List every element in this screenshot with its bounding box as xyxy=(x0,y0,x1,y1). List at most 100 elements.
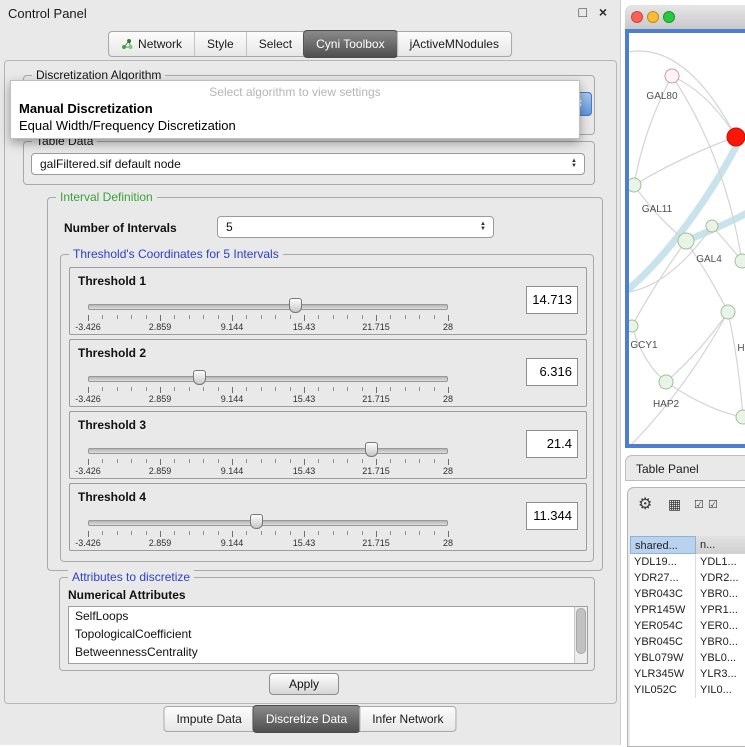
network-node[interactable] xyxy=(629,320,638,332)
scrollbar-thumb[interactable] xyxy=(576,608,586,654)
zoom-traffic-light[interactable] xyxy=(663,11,675,23)
column-header-name[interactable]: n... xyxy=(696,536,745,554)
network-node[interactable] xyxy=(735,254,745,268)
tick-mark xyxy=(261,459,262,463)
network-edge[interactable] xyxy=(666,312,728,382)
select-all-checkbox-icon[interactable]: ☑ xyxy=(694,498,704,511)
table-cell[interactable]: YDL19... xyxy=(630,554,696,570)
tick-mark xyxy=(448,531,449,537)
tab-impute-data[interactable]: Impute Data xyxy=(164,707,253,731)
table-cell[interactable]: YPR145W xyxy=(630,602,696,618)
table-cell[interactable]: YLR3... xyxy=(696,666,745,682)
network-edge[interactable] xyxy=(728,312,743,417)
tick-mark xyxy=(146,315,147,319)
table-cell[interactable]: YBR043C xyxy=(630,586,696,602)
network-node[interactable] xyxy=(678,233,694,249)
network-canvas[interactable]: GAL80GAL11GAL4GCY1HAP2H xyxy=(629,33,745,444)
scrollbar[interactable] xyxy=(574,607,587,663)
table-row[interactable]: YBL079WYBL0... xyxy=(630,650,745,666)
column-header-shared-name[interactable]: shared... xyxy=(630,536,696,554)
network-node[interactable] xyxy=(727,128,745,146)
slider-track[interactable] xyxy=(88,304,448,310)
table-cell[interactable]: YBR0... xyxy=(696,586,745,602)
network-node[interactable] xyxy=(721,305,735,319)
threshold-slider[interactable] xyxy=(88,442,448,458)
tick-mark xyxy=(232,459,233,465)
slider-thumb[interactable] xyxy=(289,298,302,313)
network-window-titlebar[interactable] xyxy=(625,5,745,30)
table-cell[interactable]: YER0... xyxy=(696,618,745,634)
table-row[interactable]: YLR345WYLR3... xyxy=(630,666,745,682)
network-node[interactable] xyxy=(706,220,718,232)
table-cell[interactable]: YER054C xyxy=(630,618,696,634)
close-traffic-light[interactable] xyxy=(631,11,643,23)
table-row[interactable]: YER054CYER0... xyxy=(630,618,745,634)
tab-style[interactable]: Style xyxy=(194,32,246,56)
minimize-traffic-light[interactable] xyxy=(647,11,659,23)
network-node[interactable] xyxy=(629,178,641,192)
list-item[interactable]: SelfLoops xyxy=(69,607,587,625)
tab-network[interactable]: Network xyxy=(109,32,194,56)
network-node[interactable] xyxy=(736,410,745,424)
tick-label: 9.144 xyxy=(221,538,244,548)
threshold-value-field[interactable]: 11.344 xyxy=(526,502,578,530)
tick-mark xyxy=(117,531,118,535)
gear-icon[interactable]: ⚙ xyxy=(638,494,652,514)
tab-cyni-toolbox[interactable]: Cyni Toolbox xyxy=(303,30,397,58)
threshold-value-field[interactable]: 21.4 xyxy=(526,430,578,458)
table-row[interactable]: YIL052CYIL0... xyxy=(630,682,745,698)
table-cell[interactable]: YBR0... xyxy=(696,634,745,650)
threshold-slider[interactable] xyxy=(88,298,448,314)
numerical-attributes-list[interactable]: SelfLoopsTopologicalCoefficientBetweenne… xyxy=(68,606,588,664)
table-cell[interactable]: YBL079W xyxy=(630,650,696,666)
threshold-value-field[interactable]: 6.316 xyxy=(526,358,578,386)
slider-track[interactable] xyxy=(88,520,448,526)
table-row[interactable]: YDL19...YDL1... xyxy=(630,554,745,570)
table-cell[interactable]: YDL1... xyxy=(696,554,745,570)
table-row[interactable]: YBR043CYBR0... xyxy=(630,586,745,602)
slider-thumb[interactable] xyxy=(365,442,378,457)
slider-track[interactable] xyxy=(88,448,448,454)
network-graph[interactable]: GAL80GAL11GAL4GCY1HAP2H xyxy=(629,33,745,444)
tab-discretize-data[interactable]: Discretize Data xyxy=(253,705,360,733)
table-cell[interactable]: YDR27... xyxy=(630,570,696,586)
table-cell[interactable]: YIL0... xyxy=(696,682,745,698)
float-window-icon[interactable]: □ xyxy=(579,4,587,20)
table-data-combobox[interactable]: galFiltered.sif default node ▲ ▼ xyxy=(31,153,585,175)
table-row[interactable]: YPR145WYPR1... xyxy=(630,602,745,618)
list-item[interactable]: BetweennessCentrality xyxy=(69,643,587,661)
slider-track[interactable] xyxy=(88,376,448,382)
tick-mark xyxy=(232,315,233,321)
network-node[interactable] xyxy=(659,375,673,389)
threshold-slider[interactable] xyxy=(88,370,448,386)
tab-select[interactable]: Select xyxy=(246,32,304,56)
slider-thumb[interactable] xyxy=(193,370,206,385)
table-cell[interactable]: YLR345W xyxy=(630,666,696,682)
num-intervals-spinner[interactable]: 5 ▲ ▼ xyxy=(217,216,494,238)
threshold-value-field[interactable]: 14.713 xyxy=(526,286,578,314)
dropdown-option-manual-discretization[interactable]: Manual Discretization xyxy=(11,100,579,117)
list-item[interactable]: TopologicalCoefficient xyxy=(69,625,587,643)
tab-infer-network[interactable]: Infer Network xyxy=(359,707,455,731)
network-edge[interactable] xyxy=(672,76,736,137)
network-edge[interactable] xyxy=(632,326,666,382)
table-cell[interactable]: YBL0... xyxy=(696,650,745,666)
apply-button[interactable]: Apply xyxy=(269,673,339,695)
network-edge-thick[interactable] xyxy=(629,143,738,295)
threshold-slider[interactable] xyxy=(88,514,448,530)
columns-icon[interactable]: ▦ xyxy=(668,496,681,513)
table-cell[interactable]: YIL052C xyxy=(630,682,696,698)
network-edge[interactable] xyxy=(629,51,736,137)
slider-thumb[interactable] xyxy=(250,514,263,529)
table-row[interactable]: YDR27...YDR2... xyxy=(630,570,745,586)
table-cell[interactable]: YBR045C xyxy=(630,634,696,650)
close-icon[interactable]: × xyxy=(599,4,607,20)
threshold-panel-2: Threshold 2 -3.4262.8599.14415.4321.7152… xyxy=(69,339,587,407)
table-cell[interactable]: YPR1... xyxy=(696,602,745,618)
select-none-checkbox-icon[interactable]: ☑ xyxy=(708,498,718,511)
network-node[interactable] xyxy=(665,69,679,83)
tab-jactivemodules[interactable]: jActiveMNodules xyxy=(397,32,511,56)
table-row[interactable]: YBR045CYBR0... xyxy=(630,634,745,650)
dropdown-option-equal-width-frequency[interactable]: Equal Width/Frequency Discretization xyxy=(11,117,579,134)
table-cell[interactable]: YDR2... xyxy=(696,570,745,586)
